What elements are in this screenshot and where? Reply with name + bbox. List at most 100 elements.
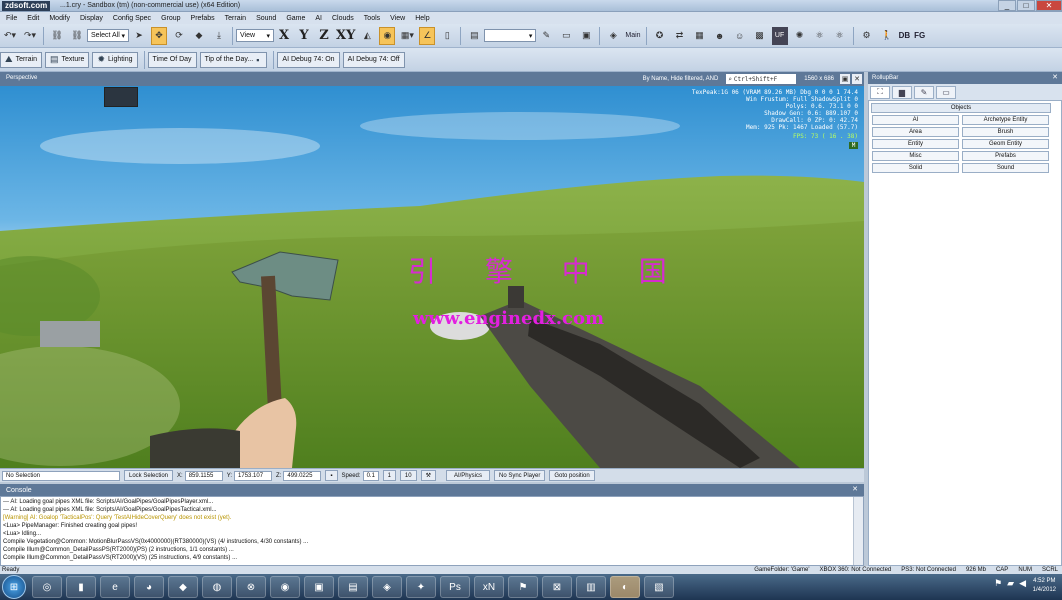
viewport-thumbnail[interactable] [104, 87, 138, 107]
menu-prefabs[interactable]: Prefabs [191, 15, 215, 22]
app-icon[interactable]: ▥ [576, 576, 606, 598]
search-input[interactable]: ⌕ Ctrl+Shift+F [726, 74, 797, 84]
viewport-resolution[interactable]: 1560 x 686 [804, 76, 834, 82]
viewport-name[interactable]: Perspective [6, 75, 37, 81]
app-icon[interactable]: ◉ [270, 576, 300, 598]
flag-icon[interactable]: ⚑ [994, 578, 1002, 589]
menu-ai[interactable]: AI [315, 15, 322, 22]
console-scrollbar[interactable] [853, 497, 863, 565]
menu-file[interactable]: File [6, 15, 17, 22]
ie-icon[interactable]: e [100, 576, 130, 598]
axis-x-button[interactable]: X [276, 27, 292, 45]
ai-debug-on-button[interactable]: AI Debug 74: On [277, 51, 340, 68]
object-button-entity[interactable]: Entity [872, 139, 959, 149]
menu-group[interactable]: Group [161, 15, 180, 22]
menu-modify[interactable]: Modify [49, 15, 70, 22]
lock-coords-icon[interactable]: ▪ [325, 470, 338, 481]
speed-10-button[interactable]: 10 [399, 470, 417, 481]
app-icon[interactable]: ✦ [406, 576, 436, 598]
volume-icon[interactable]: ◀ [1019, 578, 1026, 589]
z-coordinate-input[interactable]: 499.0225 [283, 470, 322, 481]
text-icon[interactable]: ▩ [752, 27, 768, 45]
menu-tools[interactable]: Tools [364, 15, 380, 22]
objects-tab-icon[interactable]: ⛶ [870, 85, 890, 99]
track-view-icon[interactable]: ▦ [692, 27, 708, 45]
menu-display[interactable]: Display [80, 15, 103, 22]
object-button-solid[interactable]: Solid [872, 163, 959, 173]
no-sync-player-button[interactable]: No Sync Player [493, 470, 546, 481]
object-button-prefabs[interactable]: Prefabs [962, 151, 1049, 161]
layers-icon[interactable]: ◈ [605, 27, 621, 45]
object-button-misc[interactable]: Misc [872, 151, 959, 161]
particle-icon[interactable]: ✺ [792, 27, 808, 45]
object-button-area[interactable]: Area [872, 127, 959, 137]
speed-1-button[interactable]: 1 [382, 470, 396, 481]
character-icon[interactable]: ☻ [712, 27, 728, 45]
app-icon[interactable]: ▮ [66, 576, 96, 598]
maximize-viewport-icon[interactable]: ▣ [840, 74, 850, 84]
menu-edit[interactable]: Edit [27, 15, 39, 22]
goto-position-button[interactable]: Goto position [549, 470, 595, 481]
start-button[interactable]: ⊞ [2, 575, 26, 599]
chrome-icon[interactable]: ◎ [32, 576, 62, 598]
material-icon[interactable]: ✪ [652, 27, 668, 45]
menu-config-spec[interactable]: Config Spec [113, 15, 151, 22]
menu-view[interactable]: View [390, 15, 405, 22]
object-button-sound[interactable]: Sound [962, 163, 1049, 173]
atom2-icon[interactable]: ⚛ [832, 27, 848, 45]
object-button-ai[interactable]: AI [872, 115, 959, 125]
y-coordinate-input[interactable]: 1753.107 [234, 470, 273, 481]
app-icon[interactable]: ◈ [372, 576, 402, 598]
network-icon[interactable]: ▰ [1007, 578, 1014, 589]
time-of-day-button[interactable]: Time Of Day [147, 51, 197, 68]
ai-physics-button[interactable]: AI/Physics [445, 470, 490, 481]
edit-layer-icon[interactable]: ✎ [538, 27, 554, 45]
app-icon[interactable]: ◆ [168, 576, 198, 598]
grid-icon[interactable]: ▦▾ [399, 27, 415, 45]
export-icon[interactable]: ▣ [578, 27, 594, 45]
redo-icon[interactable]: ↷▾ [22, 27, 38, 45]
layer-icon[interactable]: ▤ [466, 27, 482, 45]
menu-help[interactable]: Help [415, 15, 429, 22]
axis-xy-button[interactable]: XY [336, 27, 355, 45]
layer-combo[interactable]: ▾ [484, 29, 537, 42]
photoshop-icon[interactable]: Ps [440, 576, 470, 598]
modeling-tab-icon[interactable]: ✎ [914, 85, 934, 99]
network-icon[interactable]: ⚙ [859, 27, 875, 45]
axis-y-button[interactable]: Y [296, 27, 312, 45]
console-panel[interactable]: --- AI: Loading goal pipes XML file: Scr… [0, 496, 864, 566]
menu-sound[interactable]: Sound [256, 15, 276, 22]
speed-input[interactable]: 0.1 [362, 470, 379, 481]
uf-icon[interactable]: UF [771, 26, 788, 45]
viewport-filter[interactable]: By Name, Hide filtered, AND [643, 76, 719, 82]
undo-icon[interactable]: ↶▾ [2, 27, 18, 45]
lock-selection-button[interactable]: Lock Selection [124, 470, 174, 481]
scale-icon[interactable]: ◆ [191, 27, 207, 45]
object-button-brush[interactable]: Brush [962, 127, 1049, 137]
menu-clouds[interactable]: Clouds [332, 15, 354, 22]
move-icon[interactable]: ✥ [151, 26, 167, 45]
select-arrow-icon[interactable]: ➤ [131, 27, 147, 45]
viewport-close-icon[interactable]: ✕ [852, 74, 862, 84]
unlink-icon[interactable]: ⛓ [69, 27, 85, 45]
ruler-icon[interactable]: ▯ [439, 27, 455, 45]
display-tab-icon[interactable]: ▭ [936, 85, 956, 99]
app-icon[interactable]: ▤ [338, 576, 368, 598]
tip-of-day-button[interactable]: Tip of the Day... ▪ [199, 51, 268, 68]
rollup-close-icon[interactable]: ✕ [1052, 73, 1058, 81]
snap-terrain-icon[interactable]: ⤓ [211, 27, 227, 45]
object-button-archetype-entity[interactable]: Archetype Entity [962, 115, 1049, 125]
person-icon[interactable]: 🚶 [879, 27, 895, 45]
atom-icon[interactable]: ⚛ [812, 27, 828, 45]
close-button[interactable]: ✕ [1036, 0, 1062, 11]
object-button-geom-entity[interactable]: Geom Entity [962, 139, 1049, 149]
facial-icon[interactable]: ☺ [732, 27, 748, 45]
xbox-icon[interactable]: ⊗ [236, 576, 266, 598]
taskbar-clock[interactable]: 4:52 PM 1/4/2012 [1033, 577, 1056, 595]
terrain-snap-icon[interactable]: ◭ [359, 27, 375, 45]
axis-z-button[interactable]: Z [316, 27, 332, 45]
sandbox-task-icon[interactable]: ◐ [610, 576, 640, 598]
physics-icon[interactable]: ▭ [558, 27, 574, 45]
fg-button[interactable]: FG [914, 31, 925, 40]
perspective-viewport[interactable]: TexPeak:1G 06 (VRAM 89.26 MB) Dbg 0 0 0 … [0, 86, 864, 468]
